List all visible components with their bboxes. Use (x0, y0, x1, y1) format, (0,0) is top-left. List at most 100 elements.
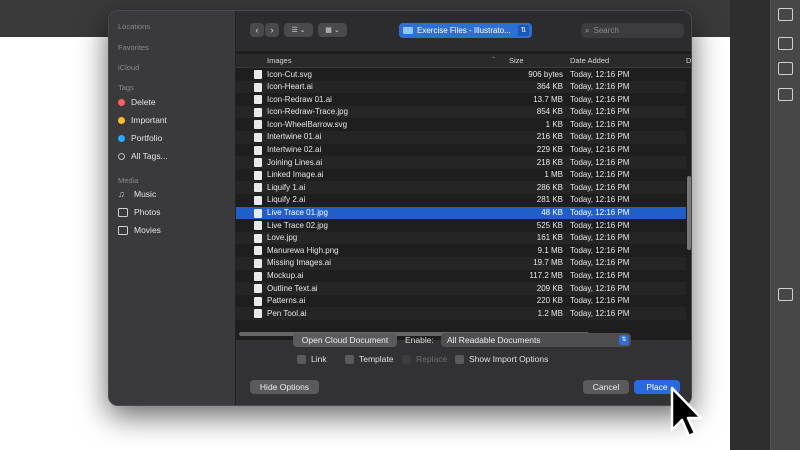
file-date: Today, 12:16 PM (570, 208, 630, 218)
file-row[interactable]: Intertwine 01.ai 216 KB Today, 12:16 PM (236, 130, 686, 144)
file-row[interactable]: Icon-WheelBarrow.svg 1 KB Today, 12:16 PM (236, 118, 686, 131)
column-header: Images ⌃ Size Date Added Da (236, 54, 691, 68)
file-date: Today, 12:16 PM (570, 233, 630, 243)
hide-options-button[interactable]: Hide Options (250, 380, 319, 394)
file-row[interactable]: Liquify 1.ai 286 KB Today, 12:16 PM (236, 181, 686, 194)
file-date: Today, 12:16 PM (570, 170, 630, 180)
file-size: 1.2 MB (537, 308, 563, 318)
sort-chevron-icon: ⌃ (491, 57, 497, 63)
checkbox-label: Replace (416, 354, 448, 364)
chevron-updown-icon: ⇅ (619, 335, 629, 345)
enable-select[interactable]: All Readable Documents ⇅ (441, 333, 631, 347)
sidebar-item-label: All Tags... (131, 151, 168, 161)
file-row[interactable]: Icon-Cut.svg 906 bytes Today, 12:16 PM (236, 68, 686, 81)
link-checkbox[interactable]: Link (297, 354, 327, 364)
file-row[interactable]: Manurewa High.png 9.1 MB Today, 12:16 PM (236, 244, 686, 257)
grid-view-button[interactable]: ▦ ⌄ (318, 23, 347, 37)
file-row[interactable]: Pen Tool.ai 1.2 MB Today, 12:16 PM (236, 307, 686, 320)
file-row[interactable]: Linked Image.ai 1 MB Today, 12:16 PM (236, 169, 686, 182)
file-date: Today, 12:16 PM (570, 308, 630, 318)
enable-label: Enable: (405, 335, 434, 345)
file-row[interactable]: Love.jpg 161 KB Today, 12:16 PM (236, 231, 686, 245)
file-size: 117.2 MB (529, 271, 563, 280)
checkbox-box (455, 354, 464, 364)
file-icon (254, 233, 262, 243)
file-row[interactable]: Icon-Heart.ai 364 KB Today, 12:16 PM (236, 80, 686, 94)
file-row[interactable]: Icon-Redraw-Trace.jpg 854 KB Today, 12:16 … (236, 105, 686, 119)
sidebar-item-photos[interactable]: Photos (118, 205, 160, 219)
column-header-size[interactable]: Size (509, 56, 524, 65)
list-view-button[interactable]: ☰ ⌄ (284, 23, 313, 37)
panel-icon[interactable] (778, 88, 793, 101)
sidebar-section-media: Media (118, 176, 139, 185)
file-row[interactable]: Icon-Redraw 01.ai 13.7 MB Today, 12:16 PM (236, 93, 686, 106)
file-size: 218 KB (536, 157, 563, 167)
file-row[interactable]: Live Trace 01.jpg 48 KB Today, 12:16 PM (236, 206, 686, 220)
sidebar-tag-delete[interactable]: Delete (118, 95, 156, 109)
music-note-icon: ♫ (118, 189, 125, 199)
file-icon (254, 70, 262, 79)
right-panel-dock (770, 0, 800, 450)
file-icon (254, 195, 262, 205)
finder-sidebar: Locations Favorites iCloud Tags Delete I… (109, 11, 236, 405)
file-size: 525 KB (536, 220, 563, 230)
file-row[interactable]: Mockup.ai 117.2 MB Today, 12:16 PM (236, 270, 686, 283)
file-icon (254, 246, 262, 256)
toolbar: ‹ › ☰ ⌄ ▦ ⌄ Exercise Files - Illustrato.… (236, 11, 691, 51)
file-row[interactable]: Outline Text.ai 209 KB Today, 12:16 PM (236, 282, 686, 295)
file-row[interactable]: Liquify 2.ai 281 KB Today, 12:16 PM (236, 194, 686, 207)
file-row[interactable]: Joining Lines.ai 218 KB Today, 12:16 PM (236, 156, 686, 169)
sidebar-item-label: Movies (134, 225, 161, 235)
file-name: Live Trace 01.jpg (267, 208, 328, 218)
panel-icon[interactable] (778, 62, 793, 75)
forward-button[interactable]: › (265, 23, 279, 37)
template-checkbox[interactable]: Template (345, 354, 394, 364)
panel-icon[interactable] (778, 288, 793, 301)
file-icon (254, 170, 262, 180)
search-placeholder: Search (593, 26, 619, 35)
sidebar-tag-important[interactable]: Important (118, 113, 167, 127)
file-size: 1 MB (544, 170, 563, 180)
panel-icon[interactable] (778, 37, 793, 50)
file-name: Icon-Heart.ai (267, 82, 313, 92)
file-row[interactable]: Missing Images.ai 19.7 MB Today, 12:16 PM (236, 256, 686, 270)
file-name: Icon-Redraw-Trace.jpg (267, 107, 349, 117)
sidebar-item-label: Portfolio (131, 133, 163, 143)
show-import-options-checkbox[interactable]: Show Import Options (455, 354, 548, 364)
sidebar-tag-portfolio[interactable]: Portfolio (118, 131, 162, 145)
sidebar-item-label: Delete (131, 97, 156, 107)
all-tags-icon (118, 152, 125, 160)
file-name: Linked Image.ai (267, 170, 324, 180)
search-input[interactable]: ⌕ Search (581, 23, 684, 38)
file-size: 48 KB (541, 208, 563, 218)
column-header-name[interactable]: Images (267, 56, 292, 65)
file-date: Today, 12:16 PM (570, 182, 630, 192)
file-icon (254, 208, 262, 218)
panel-icon[interactable] (778, 8, 793, 21)
file-size: 19.7 MB (533, 258, 563, 268)
file-size: 209 KB (536, 283, 563, 293)
open-cloud-document-button[interactable]: Open Cloud Document (293, 333, 397, 347)
sidebar-item-music[interactable]: ♫ Music (118, 187, 156, 201)
file-row[interactable]: Intertwine 02.ai 229 KB Today, 12:16 PM (236, 144, 686, 157)
sidebar-item-movies[interactable]: Movies (118, 223, 161, 237)
file-row[interactable]: Live Trace 02.jpg 525 KB Today, 12:16 PM (236, 219, 686, 232)
file-name: Manurewa High.png (267, 245, 339, 255)
file-icon (254, 296, 262, 306)
file-icon (254, 284, 262, 294)
sidebar-section-tags: Tags (118, 83, 134, 92)
cancel-button[interactable]: Cancel (583, 380, 629, 394)
column-header-extra[interactable]: Da (686, 56, 691, 65)
file-row[interactable]: Patterns.ai 220 KB Today, 12:16 PM (236, 295, 686, 308)
file-date: Today, 12:16 PM (570, 94, 630, 104)
file-size: 229 KB (536, 145, 563, 155)
vertical-scrollbar[interactable] (687, 176, 691, 250)
file-date: Today, 12:16 PM (570, 271, 630, 280)
sidebar-all-tags[interactable]: All Tags... (118, 149, 168, 163)
dialog-footer (236, 339, 691, 405)
sidebar-item-label: Photos (134, 207, 161, 217)
checkbox-box (297, 354, 306, 364)
folder-path-popup[interactable]: Exercise Files - Illustrato... ⇅ (399, 23, 532, 38)
column-header-date[interactable]: Date Added (570, 56, 609, 65)
back-button[interactable]: ‹ (250, 23, 264, 37)
